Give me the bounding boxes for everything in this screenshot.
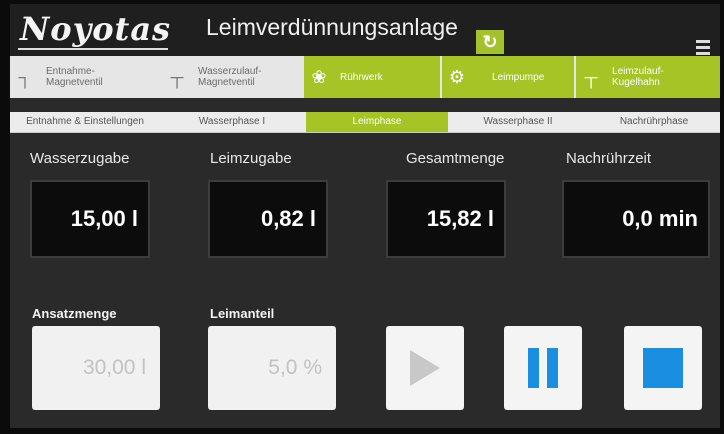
wasserzugabe-label: Wasserzugabe [30,150,130,167]
tab-leimphase[interactable]: Leimphase [306,112,448,132]
wasserzugabe-display: 15,00 l [30,180,150,258]
logo: Noyotas [18,8,172,50]
component-label-line2: Magnetventil [46,77,103,88]
component-label-line1: Rührwerk [340,71,383,83]
leimzugabe-label: Leimzugabe [210,150,292,167]
component-wasserzulauf-magnetventil[interactable]: ┬ Wasserzulauf- Magnetventil [162,56,302,98]
pump-icon: ⚙ [448,66,466,87]
stop-icon [643,348,683,388]
nachruehrzeit-display: 0,0 min [562,180,710,258]
leimzugabe-display: 0,82 l [208,180,328,258]
component-label-line1: Leimpumpe [492,71,545,83]
stop-button[interactable] [624,326,702,410]
ball-valve-icon: ┬ [584,66,598,87]
pause-icon [528,348,558,388]
leimanteil-label: Leimanteil [210,306,275,321]
logo-text: Noyotas [20,10,172,48]
leimanteil-input[interactable]: 5,0 % [208,326,336,410]
component-label-line1: Wasserzulauf- [198,66,262,77]
component-leimzulauf-kugelhahn[interactable]: ┬ Leimzulauf- Kugelhahn [576,56,720,98]
component-label-line1: Leimzulauf- [612,66,664,77]
header-bar: Noyotas Leimverdünnungsanlage ↻ [10,4,720,56]
tab-wasserphase-2[interactable]: Wasserphase II [448,112,588,132]
gesamtmenge-display: 15,82 l [386,180,506,258]
component-ruehrwerk[interactable]: ❀ Rührwerk [304,56,440,98]
component-entnahme-magnetventil[interactable]: ┐ Entnahme- Magnetventil [10,56,160,98]
start-button[interactable] [386,326,464,410]
tab-entnahme-einstellungen[interactable]: Entnahme & Einstellungen [10,112,160,132]
tab-wasserphase-1[interactable]: Wasserphase I [160,112,304,132]
pipe-valve-icon: ┬ [170,66,184,87]
phase-tabs: Entnahme & Einstellungen Wasserphase I L… [10,112,720,133]
page-title: Leimverdünnungsanlage [206,14,458,40]
hmi-screen: Noyotas Leimverdünnungsanlage ↻ ┐ Entnah… [10,4,720,428]
tab-nachruehrphase[interactable]: Nachrührphase [588,112,720,132]
component-label-line2: Magnetventil [198,77,255,88]
ansatzmenge-input[interactable]: 30,00 l [32,326,160,410]
refresh-icon[interactable]: ↻ [476,30,504,54]
gesamtmenge-label: Gesamtmenge [406,150,505,167]
component-label-line2: Kugelhahn [612,77,660,88]
component-label-line1: Entnahme- [46,66,95,77]
component-status-bar: ┐ Entnahme- Magnetventil ┬ Wasserzulauf- M… [10,56,720,98]
valve-icon: ┐ [18,66,32,87]
ansatzmenge-label: Ansatzmenge [32,306,117,321]
play-icon [410,350,440,386]
fan-icon: ❀ [311,66,327,87]
nachruehrzeit-label: Nachrührzeit [566,150,652,167]
pause-button[interactable] [504,326,582,410]
component-leimpumpe[interactable]: ⚙ Leimpumpe [442,56,574,98]
